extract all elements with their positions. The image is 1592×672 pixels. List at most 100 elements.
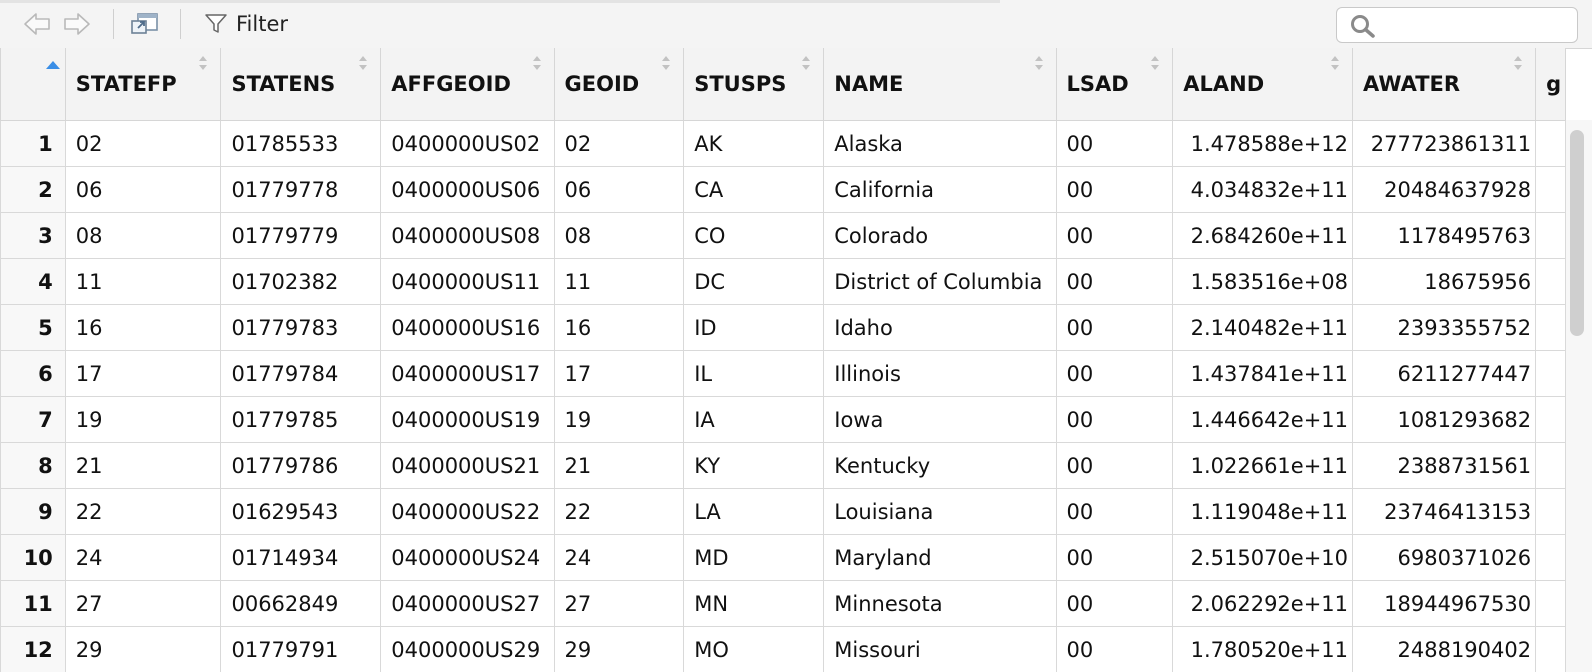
cell-aland[interactable]: 4.034832e+11	[1172, 166, 1354, 213]
cell-aland[interactable]: 1.780520e+11	[1172, 626, 1354, 672]
cell-lsad[interactable]: 00	[1055, 350, 1174, 397]
cell-statens[interactable]: 00662849	[220, 580, 382, 627]
cell-lsad[interactable]: 00	[1055, 120, 1174, 167]
cell-statefp[interactable]: 21	[64, 442, 222, 489]
cell-geometry[interactable]	[1535, 166, 1566, 213]
cell-name[interactable]: Minnesota	[823, 580, 1057, 627]
cell-statefp[interactable]: 02	[64, 120, 222, 167]
cell-awater[interactable]: 2488190402	[1352, 626, 1537, 672]
cell-statefp[interactable]: 11	[64, 258, 222, 305]
search-input[interactable]	[1387, 12, 1571, 38]
cell-name[interactable]: District of Columbia	[823, 258, 1057, 305]
cell-stusps[interactable]: KY	[683, 442, 825, 489]
row-number-header[interactable]	[0, 48, 66, 121]
cell-geoid[interactable]: 11	[553, 258, 685, 305]
cell-stusps[interactable]: ID	[683, 304, 825, 351]
cell-geometry[interactable]	[1535, 258, 1566, 305]
cell-statens[interactable]: 01779784	[220, 350, 382, 397]
cell-aland[interactable]: 2.062292e+11	[1172, 580, 1354, 627]
cell-statens[interactable]: 01779791	[220, 626, 382, 672]
cell-aland[interactable]: 2.515070e+10	[1172, 534, 1354, 581]
row-number[interactable]: 1	[0, 120, 66, 167]
cell-statens[interactable]: 01779786	[220, 442, 382, 489]
cell-geometry[interactable]	[1535, 396, 1566, 443]
column-header-statefp[interactable]: STATEFP	[64, 48, 222, 121]
cell-name[interactable]: Idaho	[823, 304, 1057, 351]
cell-statefp[interactable]: 16	[64, 304, 222, 351]
column-header-lsad[interactable]: LSAD	[1055, 48, 1174, 121]
cell-name[interactable]: Missouri	[823, 626, 1057, 672]
cell-name[interactable]: Alaska	[823, 120, 1057, 167]
cell-geoid[interactable]: 02	[553, 120, 685, 167]
cell-aland[interactable]: 1.583516e+08	[1172, 258, 1354, 305]
cell-statens[interactable]: 01779785	[220, 396, 382, 443]
cell-geoid[interactable]: 22	[553, 488, 685, 535]
cell-statefp[interactable]: 24	[64, 534, 222, 581]
cell-lsad[interactable]: 00	[1055, 396, 1174, 443]
row-number[interactable]: 5	[0, 304, 66, 351]
column-header-stusps[interactable]: STUSPS	[683, 48, 825, 121]
cell-affgeoid[interactable]: 0400000US21	[380, 442, 555, 489]
cell-affgeoid[interactable]: 0400000US11	[380, 258, 555, 305]
cell-geoid[interactable]: 24	[553, 534, 685, 581]
row-number[interactable]: 4	[0, 258, 66, 305]
cell-awater[interactable]: 23746413153	[1352, 488, 1537, 535]
cell-awater[interactable]: 6211277447	[1352, 350, 1537, 397]
vertical-scrollbar[interactable]	[1566, 120, 1592, 672]
cell-lsad[interactable]: 00	[1055, 534, 1174, 581]
scrollbar-thumb[interactable]	[1570, 130, 1584, 336]
cell-geoid[interactable]: 29	[553, 626, 685, 672]
cell-statens[interactable]: 01779779	[220, 212, 382, 259]
cell-geometry[interactable]	[1535, 212, 1566, 259]
cell-name[interactable]: Illinois	[823, 350, 1057, 397]
cell-statefp[interactable]: 29	[64, 626, 222, 672]
cell-stusps[interactable]: MN	[683, 580, 825, 627]
cell-stusps[interactable]: CO	[683, 212, 825, 259]
cell-lsad[interactable]: 00	[1055, 580, 1174, 627]
cell-statefp[interactable]: 19	[64, 396, 222, 443]
cell-lsad[interactable]: 00	[1055, 442, 1174, 489]
row-number[interactable]: 7	[0, 396, 66, 443]
column-header-geometry[interactable]: g	[1535, 48, 1566, 121]
cell-statens[interactable]: 01779783	[220, 304, 382, 351]
cell-lsad[interactable]: 00	[1055, 166, 1174, 213]
row-number[interactable]: 10	[0, 534, 66, 581]
cell-name[interactable]: Colorado	[823, 212, 1057, 259]
cell-awater[interactable]: 18944967530	[1352, 580, 1537, 627]
forward-arrow-icon[interactable]	[62, 10, 92, 38]
cell-aland[interactable]: 1.119048e+11	[1172, 488, 1354, 535]
cell-awater[interactable]: 18675956	[1352, 258, 1537, 305]
cell-awater[interactable]: 277723861311	[1352, 120, 1537, 167]
cell-geoid[interactable]: 08	[553, 212, 685, 259]
cell-stusps[interactable]: AK	[683, 120, 825, 167]
cell-lsad[interactable]: 00	[1055, 258, 1174, 305]
cell-aland[interactable]: 2.140482e+11	[1172, 304, 1354, 351]
cell-geoid[interactable]: 21	[553, 442, 685, 489]
cell-geometry[interactable]	[1535, 350, 1566, 397]
cell-stusps[interactable]: CA	[683, 166, 825, 213]
cell-stusps[interactable]: MD	[683, 534, 825, 581]
cell-statens[interactable]: 01702382	[220, 258, 382, 305]
cell-name[interactable]: Kentucky	[823, 442, 1057, 489]
cell-lsad[interactable]: 00	[1055, 304, 1174, 351]
cell-statefp[interactable]: 27	[64, 580, 222, 627]
cell-name[interactable]: California	[823, 166, 1057, 213]
cell-lsad[interactable]: 00	[1055, 212, 1174, 259]
cell-statefp[interactable]: 17	[64, 350, 222, 397]
cell-statefp[interactable]: 06	[64, 166, 222, 213]
row-number[interactable]: 11	[0, 580, 66, 627]
cell-geometry[interactable]	[1535, 580, 1566, 627]
cell-geoid[interactable]: 17	[553, 350, 685, 397]
cell-statens[interactable]: 01779778	[220, 166, 382, 213]
column-header-name[interactable]: NAME	[823, 48, 1057, 121]
cell-awater[interactable]: 1081293682	[1352, 396, 1537, 443]
cell-lsad[interactable]: 00	[1055, 626, 1174, 672]
row-number[interactable]: 9	[0, 488, 66, 535]
cell-geoid[interactable]: 19	[553, 396, 685, 443]
cell-statens[interactable]: 01785533	[220, 120, 382, 167]
cell-affgeoid[interactable]: 0400000US27	[380, 580, 555, 627]
cell-aland[interactable]: 1.022661e+11	[1172, 442, 1354, 489]
cell-name[interactable]: Louisiana	[823, 488, 1057, 535]
cell-statefp[interactable]: 08	[64, 212, 222, 259]
cell-lsad[interactable]: 00	[1055, 488, 1174, 535]
